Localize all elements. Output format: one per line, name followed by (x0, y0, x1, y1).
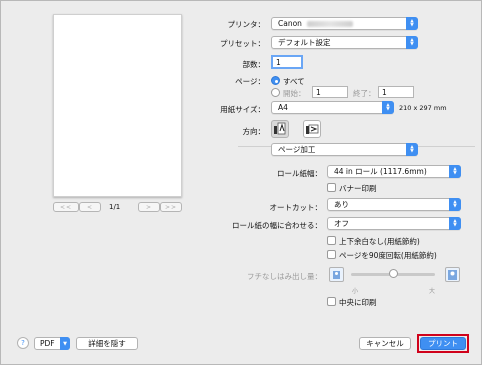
chevron-updown-icon: ▲ ▼ (406, 143, 418, 156)
orientation-label: 方向： (242, 127, 266, 136)
cancel-button[interactable]: キャンセル (359, 337, 411, 350)
landscape-icon (306, 124, 319, 134)
auto-cut-label: オートカット： (269, 203, 323, 212)
chevron-updown-icon: ▲ ▼ (449, 217, 461, 230)
page-indicator: 1/1 (109, 203, 121, 211)
auto-cut-value: あり (334, 200, 349, 209)
overflow-max-icon (445, 267, 460, 282)
pages-all-radio[interactable] (271, 76, 280, 85)
paper-dimensions: 210 x 297 mm (399, 104, 447, 112)
roll-width-select[interactable]: 44 in ロール (1117.6mm) ▲ ▼ (327, 165, 461, 178)
copies-label: 部数： (242, 60, 266, 69)
pages-to-input[interactable]: 1 (378, 86, 414, 98)
chevron-updown-icon: ▲ ▼ (449, 198, 461, 211)
next-page-button[interactable]: > (138, 202, 160, 212)
roll-width-value: 44 in ロール (1117.6mm) (334, 167, 427, 176)
center-label: 中央に印刷 (339, 298, 377, 307)
fit-roll-select[interactable]: オフ ▲ ▼ (327, 217, 461, 230)
portrait-orientation-button[interactable] (271, 120, 289, 138)
print-button[interactable]: プリント (420, 337, 466, 350)
page-preview (53, 14, 182, 197)
paper-size-value: A4 (278, 103, 288, 112)
pages-from-input[interactable]: 1 (312, 86, 348, 98)
fit-roll-label: ロール紙の幅に合わせる： (232, 221, 322, 230)
no-margin-checkbox[interactable] (327, 236, 336, 245)
banner-label: バナー印刷 (339, 184, 377, 193)
printer-select[interactable]: Canon ▲ ▼ (271, 17, 418, 30)
paper-size-select[interactable]: A4 ▲ ▼ (271, 101, 394, 114)
overflow-min-icon (329, 267, 344, 282)
banner-checkbox[interactable] (327, 183, 336, 192)
overflow-max-label: 大 (429, 288, 436, 295)
last-page-button[interactable]: >> (160, 202, 182, 212)
section-select[interactable]: ページ加工 ▲ ▼ (271, 143, 418, 156)
section-value: ページ加工 (278, 145, 316, 154)
chevron-updown-icon: ▲ ▼ (406, 17, 418, 30)
pages-all-label: すべて (283, 77, 305, 86)
overflow-min-label: 小 (352, 288, 359, 295)
chevron-updown-icon: ▲ ▼ (406, 36, 418, 49)
overflow-label: フチなしはみ出し量： (247, 272, 322, 281)
roll-width-label: ロール紙幅： (277, 169, 322, 178)
copies-input[interactable]: 1 (271, 55, 303, 69)
paper-size-label: 用紙サイズ： (220, 105, 265, 114)
portrait-icon (274, 122, 286, 135)
rotate90-label: ページを90度回転(用紙節約) (339, 251, 437, 260)
chevron-updown-icon: ▲ ▼ (449, 165, 461, 178)
preset-select[interactable]: デフォルト設定 ▲ ▼ (271, 36, 418, 49)
help-button[interactable]: ? (17, 337, 29, 349)
printer-label: プリンタ： (227, 20, 266, 29)
redacted-name (306, 20, 353, 27)
printer-value: Canon (278, 19, 302, 28)
chevron-down-icon: ▼ (60, 337, 70, 350)
pages-from-label: 開始： (283, 89, 306, 98)
auto-cut-select[interactable]: あり ▲ ▼ (327, 198, 461, 211)
no-margin-label: 上下余白なし(用紙節約) (339, 237, 420, 246)
pages-label: ページ： (235, 77, 265, 86)
pages-range-radio[interactable] (271, 88, 280, 97)
rotate90-checkbox[interactable] (327, 250, 336, 259)
print-dialog: << < 1/1 > >> プリンタ： Canon ▲ ▼ プリセット： デフォル… (0, 0, 482, 365)
prev-page-button[interactable]: < (79, 202, 101, 212)
first-page-button[interactable]: << (53, 202, 79, 212)
chevron-updown-icon: ▲ ▼ (382, 101, 394, 114)
overflow-slider-thumb[interactable] (388, 269, 398, 278)
pdf-menu-button[interactable]: PDF ▼ (34, 337, 70, 350)
hide-details-button[interactable]: 詳細を隠す (76, 337, 138, 350)
pdf-label: PDF (40, 339, 55, 348)
fit-roll-value: オフ (334, 219, 349, 228)
landscape-orientation-button[interactable] (303, 120, 321, 138)
center-checkbox[interactable] (327, 297, 336, 306)
preset-value: デフォルト設定 (278, 38, 331, 47)
preset-label: プリセット： (220, 39, 265, 48)
pages-to-label: 終了： (353, 89, 376, 98)
